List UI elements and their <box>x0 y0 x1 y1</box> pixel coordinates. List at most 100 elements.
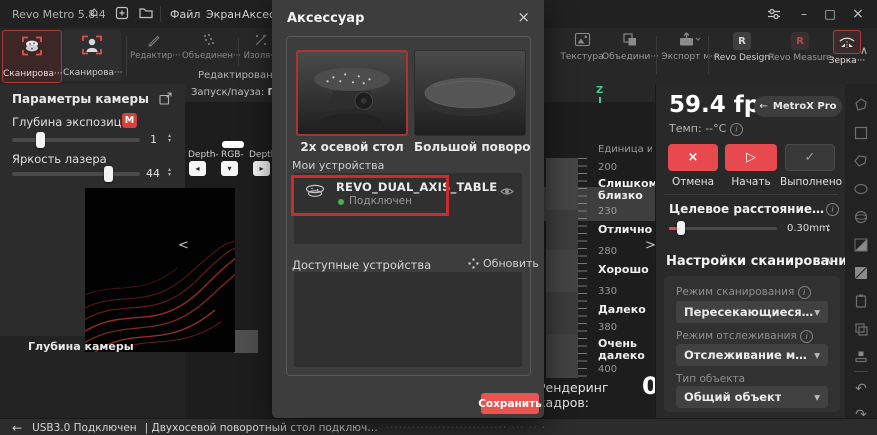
window-close-button[interactable]: × <box>847 4 869 24</box>
laser-stepper[interactable]: ▴▾ <box>168 167 171 177</box>
scan-settings-chevron-icon[interactable]: ∨ <box>826 254 834 267</box>
camera-params-title: Параметры камеры <box>12 92 149 106</box>
exposure-stepper[interactable]: ▴▾ <box>168 133 171 143</box>
available-devices-label: Доступные устройства <box>292 258 431 272</box>
rgb-button[interactable]: ▾ <box>221 161 238 176</box>
ellipse-select-tool[interactable] <box>845 176 877 202</box>
scale-segment <box>546 334 578 378</box>
laser-slider-handle[interactable] <box>104 166 113 182</box>
merge-models-icon <box>602 32 658 47</box>
menu-file[interactable]: Файл <box>170 8 200 21</box>
collapse-ribbon-chevron-icon[interactable]: ∧ <box>860 44 868 57</box>
status-back-arrow-icon[interactable]: ← <box>12 421 22 435</box>
edit-tool-button[interactable]: Редактир··· <box>130 32 178 61</box>
exposure-slider-track[interactable] <box>12 138 140 142</box>
target-distance-info-icon[interactable]: i <box>826 203 839 216</box>
save-button[interactable]: Сохранить <box>481 393 539 414</box>
laser-value[interactable]: 44 <box>146 167 160 180</box>
lasso-select-tool[interactable] <box>845 92 877 118</box>
stamp-tool[interactable] <box>845 344 877 370</box>
merge-points-button[interactable]: Объединен··· <box>182 32 236 61</box>
paste-tool[interactable] <box>845 288 877 314</box>
copy-tool[interactable] <box>845 316 877 342</box>
dual-axis-table-card[interactable] <box>296 50 408 136</box>
polygon-select-tool[interactable] <box>845 148 877 174</box>
scan-mode-select[interactable]: Пересекающиеся линии ▾ <box>676 301 828 323</box>
fill-exterior-tool[interactable] <box>845 232 877 258</box>
revo-design-label: Revo Design <box>712 53 772 63</box>
cancel-button[interactable]: × <box>668 144 718 171</box>
target-distance-label: Целевое расстояние между точк <box>669 202 825 216</box>
rgb-label: RGB- <box>221 150 244 160</box>
preferences-icon[interactable] <box>763 4 785 24</box>
maximize-button[interactable]: □ <box>819 4 841 24</box>
scale-mark: 280 <box>598 246 617 257</box>
tracking-mode-label: Режим отслеживания i <box>676 330 813 343</box>
pen-icon <box>130 32 178 48</box>
fill-interior-tool[interactable] <box>845 260 877 286</box>
scan-button-secondary[interactable]: Сканирова··· <box>63 30 121 81</box>
back-arrow-icon: ← <box>759 101 767 112</box>
home-icon[interactable]: ⌂ <box>90 5 98 20</box>
object-type-select[interactable]: Общий объект ▾ <box>676 386 828 408</box>
menu-screen[interactable]: Экран <box>206 8 241 21</box>
exposure-value[interactable]: 1 <box>150 133 157 146</box>
scale-mark: 200 <box>598 162 617 173</box>
collapse-left-panel-chevron-icon[interactable]: < <box>178 238 189 253</box>
depth-plus-button[interactable]: ▸ <box>253 161 270 176</box>
laser-slider-track[interactable] <box>12 172 140 176</box>
exposure-slider-handle[interactable] <box>36 132 45 148</box>
distance-scale-ticks <box>578 158 587 378</box>
turntable-status: | Двухосевой поворотный стол подключ… <box>145 422 378 434</box>
open-folder-icon[interactable] <box>138 5 154 21</box>
rectangle-select-tool[interactable] <box>845 120 877 146</box>
scan-button-secondary-label: Сканирова··· <box>63 68 121 78</box>
scale-segment <box>546 250 578 292</box>
tracking-info-icon[interactable]: i <box>800 330 813 343</box>
target-distance-slider-track[interactable] <box>669 227 777 230</box>
scale-zone-label: Очень далеко <box>598 338 654 362</box>
revo-design-button[interactable]: R Revo Design <box>712 32 772 63</box>
my-devices-label: Мои устройства <box>292 159 384 172</box>
scan-mode-value: Пересекающиеся линии <box>684 305 814 319</box>
ribbon-divider <box>238 38 239 66</box>
locate-device-eye-icon[interactable] <box>500 186 514 197</box>
render-frames-label: Рендеринг кадров: <box>538 380 655 410</box>
preview-mode-pill[interactable] <box>222 141 244 148</box>
merge-models-button[interactable]: Объедини··· <box>602 32 658 62</box>
temp-info-icon[interactable]: i <box>730 123 743 136</box>
scan-mode-info-icon[interactable]: i <box>798 286 811 299</box>
large-turntable-card[interactable] <box>414 50 526 136</box>
preview-thumbnail[interactable] <box>234 330 258 353</box>
target-distance-stepper[interactable]: ▴▾ <box>827 223 830 233</box>
device-pill-button[interactable]: ← MetroX Pro <box>754 96 842 117</box>
popout-panel-icon[interactable] <box>158 91 173 106</box>
minimize-button[interactable]: – <box>793 4 815 24</box>
start-button[interactable]: ▷ <box>725 144 777 171</box>
depth-minus-button[interactable]: ◂ <box>189 161 206 176</box>
scale-segment <box>546 158 578 210</box>
done-button[interactable]: ✓ <box>785 144 835 171</box>
dialog-close-icon[interactable]: × <box>517 8 530 26</box>
new-project-icon[interactable] <box>114 5 130 21</box>
copy-icon <box>853 321 869 337</box>
mirror-icon <box>833 30 861 54</box>
tracking-mode-value: Отслеживание маркеров <box>684 348 814 362</box>
scan-button-primary[interactable]: Сканирова··· <box>2 30 62 83</box>
sphere-select-tool[interactable] <box>845 204 877 230</box>
merge-points-label: Объединен··· <box>182 51 236 61</box>
status-bar: ← USB3.0 Подключен | Двухосевой поворотн… <box>0 418 877 435</box>
distance-scale-bar <box>546 158 578 378</box>
target-distance-value[interactable]: 0.30mm <box>787 223 829 234</box>
undo-button[interactable]: ↶ <box>845 376 877 402</box>
tracking-mode-select[interactable]: Отслеживание маркеров ▾ <box>676 344 828 366</box>
revo-measure-button[interactable]: R Revo Measure <box>768 32 832 63</box>
manual-mode-badge[interactable]: M <box>122 113 137 128</box>
refresh-devices-button[interactable]: Обновить <box>468 257 539 270</box>
target-distance-slider-handle[interactable] <box>677 221 685 235</box>
exposure-label: Глубина экспозиции <box>12 115 136 129</box>
export-button[interactable]: Экспорт м··· <box>660 32 720 62</box>
scale-segment <box>546 292 578 334</box>
cancel-label: Отмена <box>664 176 722 188</box>
z-axis-label: Z <box>596 85 603 96</box>
